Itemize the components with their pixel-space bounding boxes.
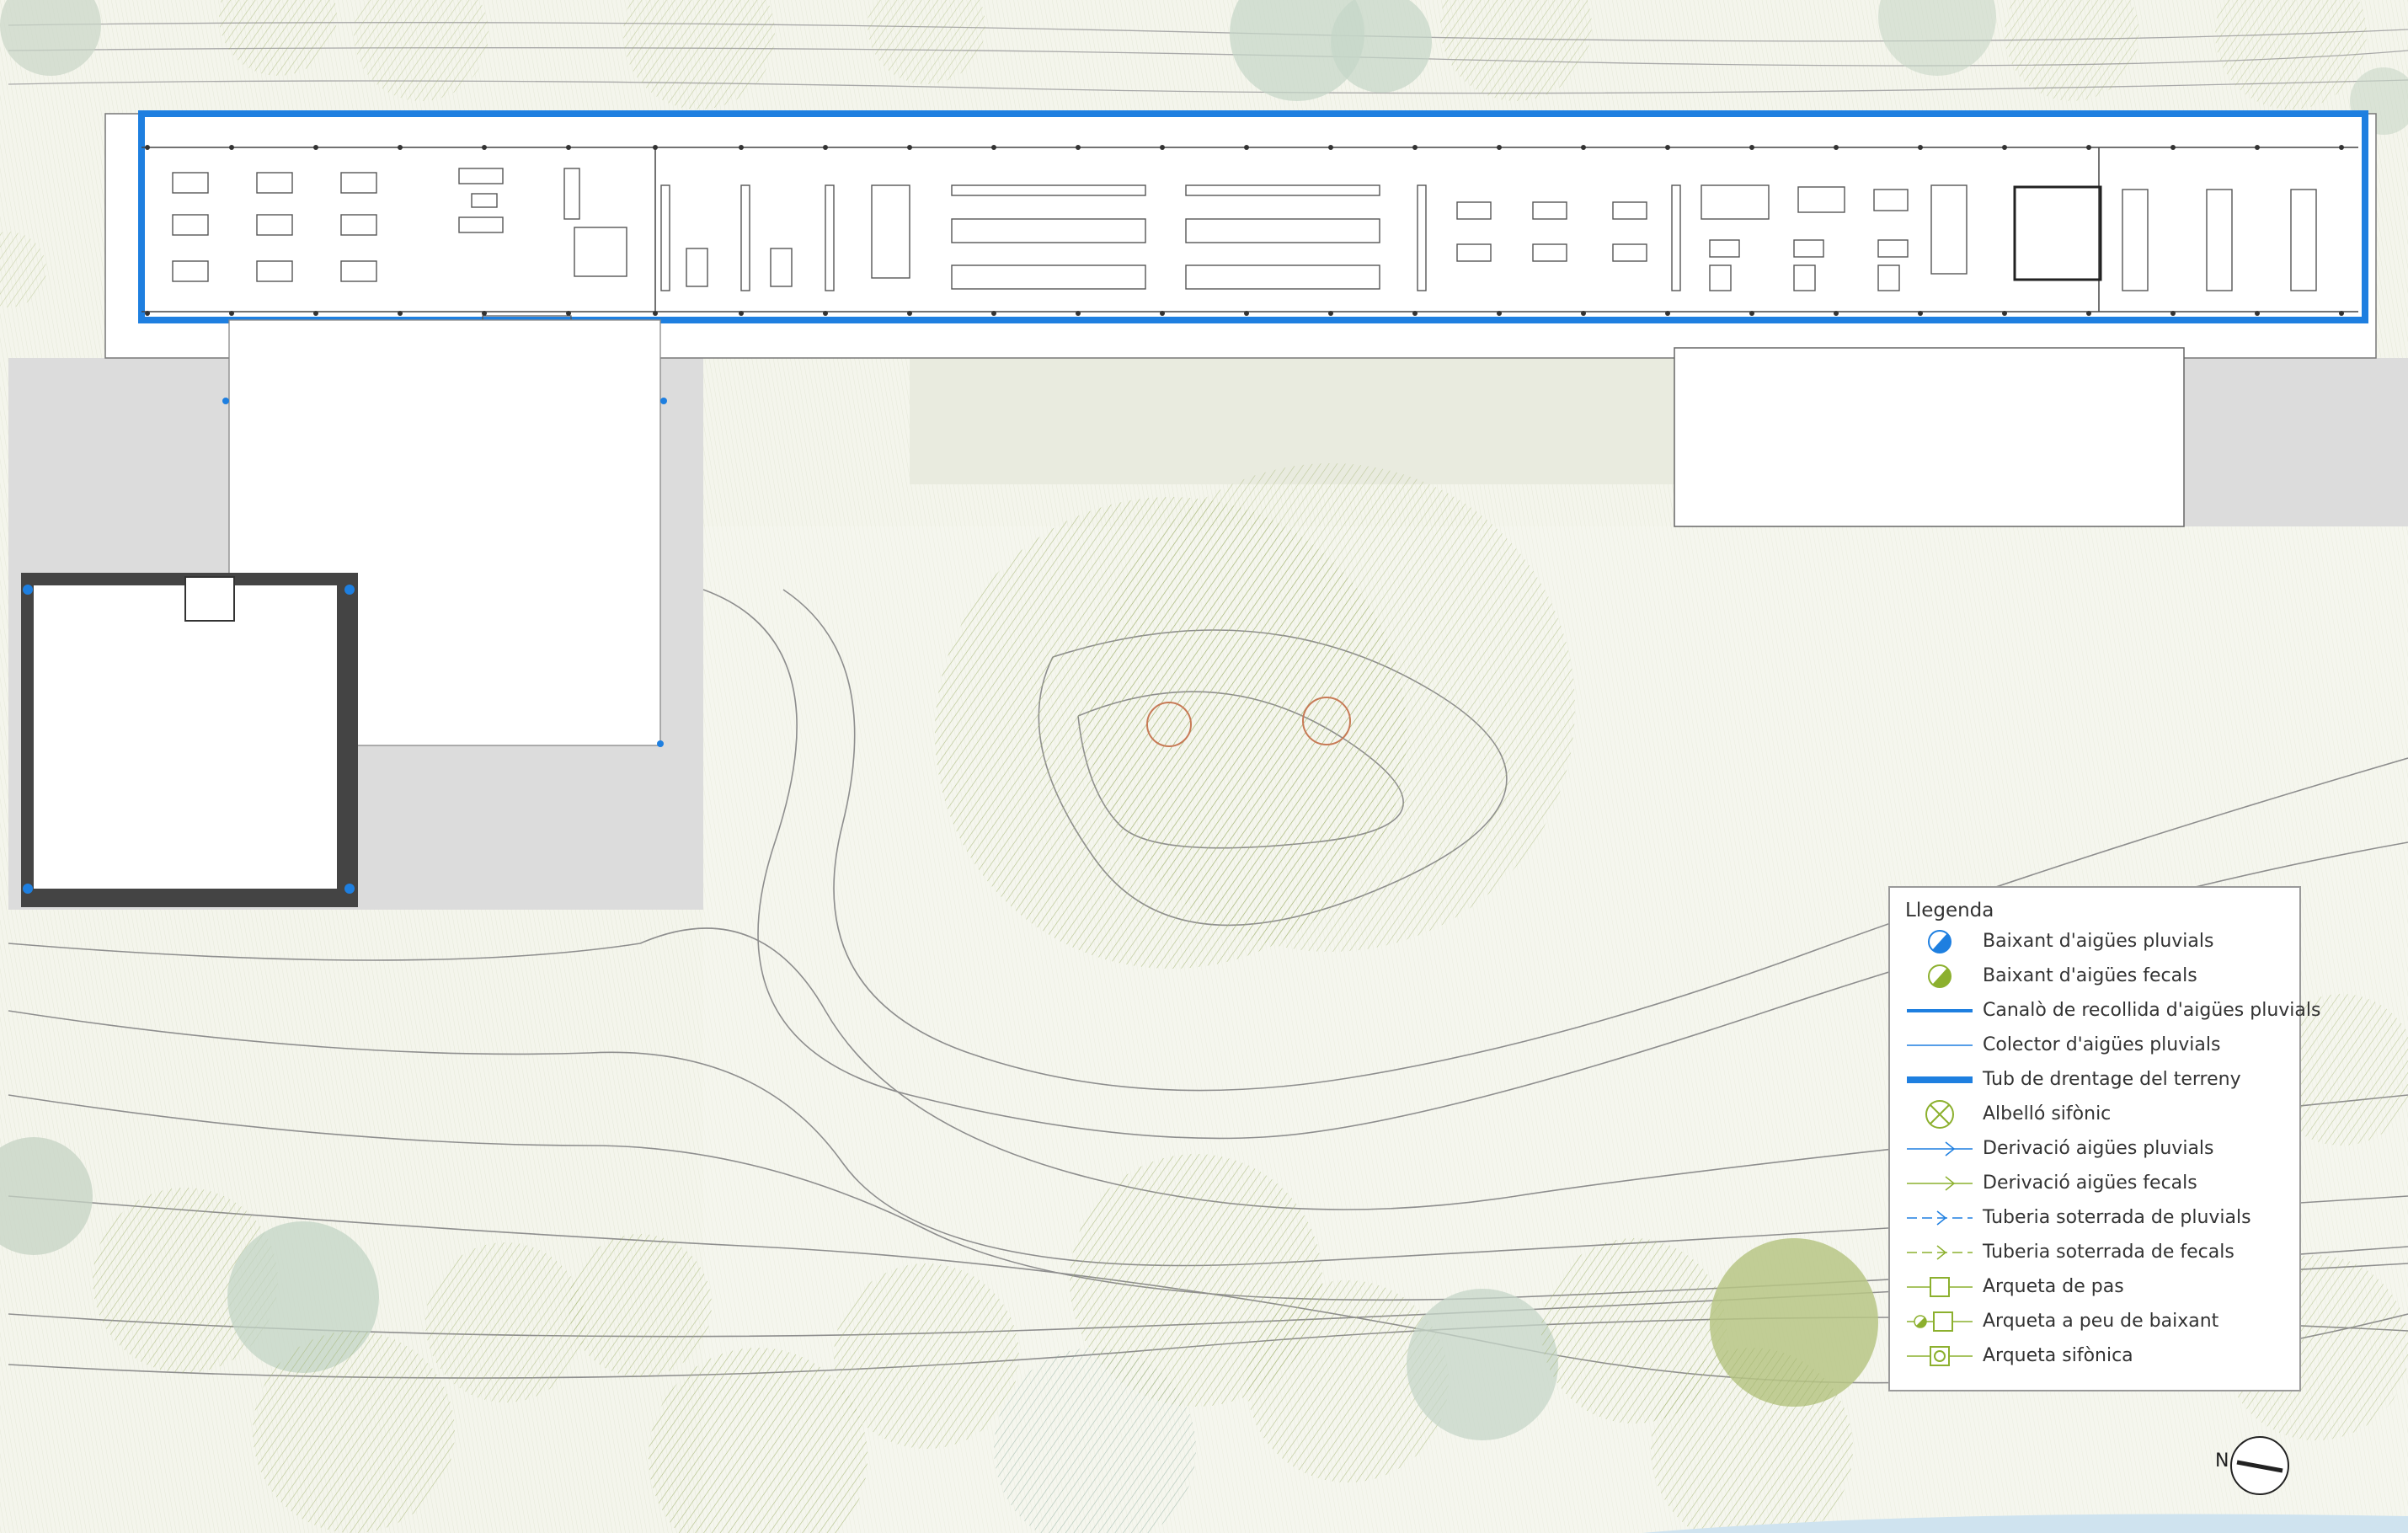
legend-item: Derivació aigües pluvials (1890, 1132, 2299, 1166)
legend-item: Baixant d'aigües fecals (1890, 959, 2299, 993)
buried-fecal-pipe-icon (1907, 1245, 1973, 1260)
fecal-branch-icon (1907, 1176, 1973, 1191)
legend-item: Derivació aigües fecals (1890, 1167, 2299, 1200)
legend-item: Colector d'aigües pluvials (1890, 1028, 2299, 1062)
collector-line-icon (1907, 1044, 1973, 1046)
annex-block (1674, 347, 2185, 527)
legend-item: Arqueta a peu de baixant (1890, 1305, 2299, 1338)
site-drainage-plan: Llegenda Baixant d'aigües pluvials Baixa… (0, 0, 2408, 1533)
legend-item: Canalò de recollida d'aigües pluvials (1890, 994, 2320, 1028)
fecal-downpipe-icon (1928, 964, 1951, 988)
gutter-line-icon (1907, 1009, 1973, 1012)
legend-panel: Llegenda Baixant d'aigües pluvials Baixa… (1888, 886, 2320, 1391)
legend-item: Tuberia soterrada de pluvials (1890, 1201, 2299, 1235)
pluvial-branch-icon (1907, 1141, 1973, 1156)
legend-item: Tub de drentage del terreny (1890, 1063, 2299, 1097)
legend-item: Arqueta sifònica (1890, 1339, 2299, 1373)
central-tree-2 (1087, 463, 1575, 952)
pluvial-downpipe-icon (1928, 930, 1951, 953)
legend-item: Baixant d'aigües pluvials (1890, 925, 2299, 959)
north-label: N (2215, 1450, 2229, 1472)
siphon-drain-icon (1925, 1100, 1954, 1129)
legend-item: Arqueta de pas (1890, 1270, 2299, 1304)
buried-pluvial-pipe-icon (1907, 1210, 1973, 1226)
drainage-pipe-icon (1907, 1076, 1973, 1083)
legend-item: Tuberia soterrada de fecals (1890, 1236, 2299, 1269)
pass-manhole-icon (1907, 1277, 1973, 1297)
north-arrow: N (2213, 1432, 2289, 1499)
siphon-manhole-icon (1907, 1346, 1973, 1366)
pavilion-building (21, 573, 358, 907)
downpipe-manhole-icon (1907, 1311, 1973, 1332)
legend-item: Albelló sifònic (1890, 1098, 2299, 1131)
legend-title: Llegenda (1905, 900, 1994, 921)
lawn-strip (910, 358, 1676, 484)
